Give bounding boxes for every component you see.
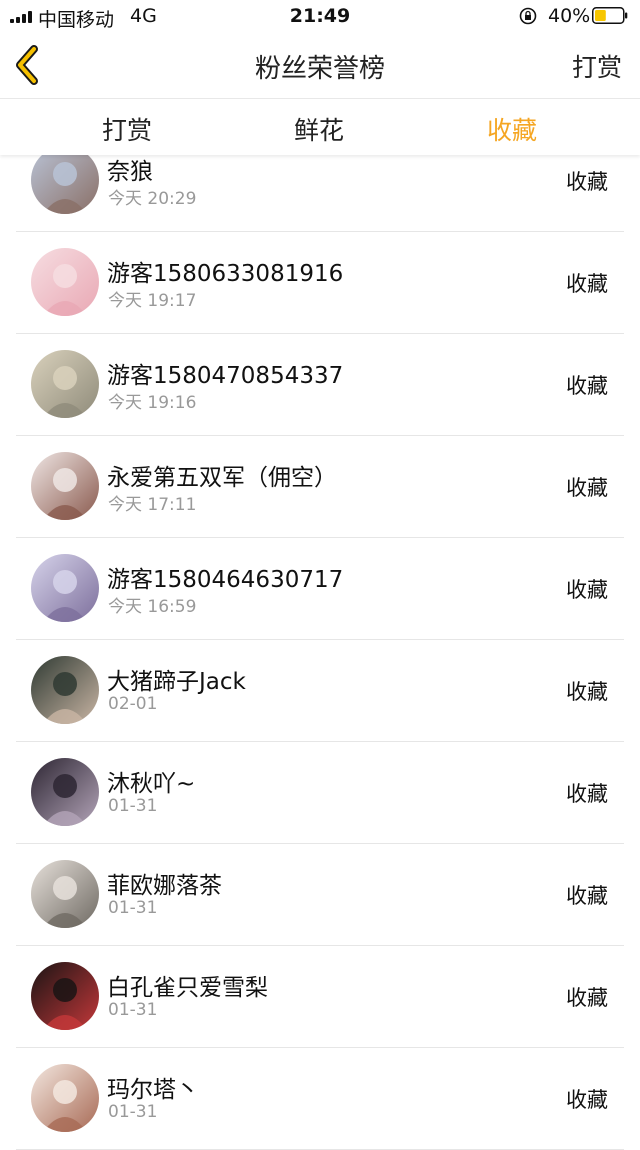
avatar[interactable] — [31, 656, 99, 724]
avatar[interactable] — [31, 146, 99, 214]
clock: 21:49 — [289, 5, 351, 27]
fan-time: 今天 19:16 — [108, 393, 197, 413]
action-label: 收藏 — [566, 680, 608, 704]
fan-time: 今天 19:17 — [108, 291, 197, 311]
action-label: 收藏 — [566, 578, 608, 602]
action-label: 收藏 — [566, 884, 608, 908]
action-label: 收藏 — [566, 476, 608, 500]
list-item[interactable]: 白孔雀只爱雪梨 01-31 收藏 — [16, 946, 624, 1048]
action-label: 收藏 — [566, 986, 608, 1010]
avatar[interactable] — [31, 962, 99, 1030]
tab-favorites[interactable]: 收藏 — [487, 111, 537, 147]
avatar[interactable] — [31, 350, 99, 418]
fan-name: 游客1580633081916 — [107, 261, 344, 287]
avatar[interactable] — [31, 452, 99, 520]
list-item[interactable]: 游客1580633081916 今天 19:17 收藏 — [16, 232, 624, 334]
battery-percent: 40% — [548, 5, 591, 27]
avatar[interactable] — [31, 554, 99, 622]
fan-time: 01-31 — [108, 1000, 158, 1020]
fan-name: 游客1580470854337 — [107, 363, 344, 389]
avatar[interactable] — [31, 248, 99, 316]
list-item[interactable]: 游客1580464630717 今天 16:59 收藏 — [16, 538, 624, 640]
fan-name: 菲欧娜落茶 — [107, 873, 222, 899]
fan-time: 01-31 — [108, 898, 158, 918]
action-label: 收藏 — [566, 782, 608, 806]
reward-button[interactable]: 打赏 — [572, 48, 622, 84]
list-item[interactable]: 游客1580470854337 今天 19:16 收藏 — [16, 334, 624, 436]
page-title: 粉丝荣誉榜 — [254, 54, 385, 84]
fan-name: 永爱第五双军（佣空） — [107, 465, 337, 491]
list-item[interactable]: 永爱第五双军（佣空） 今天 17:11 收藏 — [16, 436, 624, 538]
nav-bar: 粉丝荣誉榜 打赏 — [0, 32, 640, 99]
fan-list: 奈狼 今天 20:29 收藏 游客1580633081916 今天 19:17 收藏 游客1… — [0, 130, 640, 1150]
fan-time: 今天 16:59 — [108, 597, 197, 617]
avatar[interactable] — [31, 860, 99, 928]
fan-name: 奈狼 — [107, 159, 153, 185]
fan-time: 02-01 — [108, 694, 158, 714]
list-item[interactable]: 菲欧娜落茶 01-31 收藏 — [16, 844, 624, 946]
fan-name: 沐秋吖~ — [107, 771, 196, 797]
action-label: 收藏 — [566, 1088, 608, 1112]
fan-time: 今天 17:11 — [108, 495, 197, 515]
list-item[interactable]: 大猪蹄子Jack 02-01 收藏 — [16, 640, 624, 742]
fan-name: 大猪蹄子Jack — [107, 669, 246, 695]
orientation-lock-icon — [519, 7, 537, 25]
tab-bar: 打赏 鲜花 收藏 — [0, 99, 640, 155]
action-label: 收藏 — [566, 170, 608, 194]
status-bar: 中国移动 4G 21:49 40% — [0, 0, 640, 32]
fan-time: 01-31 — [108, 1102, 158, 1122]
fan-name: 游客1580464630717 — [107, 567, 344, 593]
avatar[interactable] — [31, 1064, 99, 1132]
action-label: 收藏 — [566, 374, 608, 398]
action-label: 收藏 — [566, 272, 608, 296]
tab-flowers[interactable]: 鲜花 — [294, 111, 344, 147]
battery-icon — [592, 7, 628, 24]
list-item[interactable]: 沐秋吖~ 01-31 收藏 — [16, 742, 624, 844]
avatar[interactable] — [31, 758, 99, 826]
list-item[interactable]: 玛尔塔丶 01-31 收藏 — [16, 1048, 624, 1150]
fan-time: 01-31 — [108, 796, 158, 816]
fan-name: 玛尔塔丶 — [107, 1077, 199, 1103]
fan-name: 白孔雀只爱雪梨 — [107, 975, 268, 1001]
fan-time: 今天 20:29 — [108, 189, 197, 209]
tab-reward[interactable]: 打赏 — [102, 111, 152, 147]
